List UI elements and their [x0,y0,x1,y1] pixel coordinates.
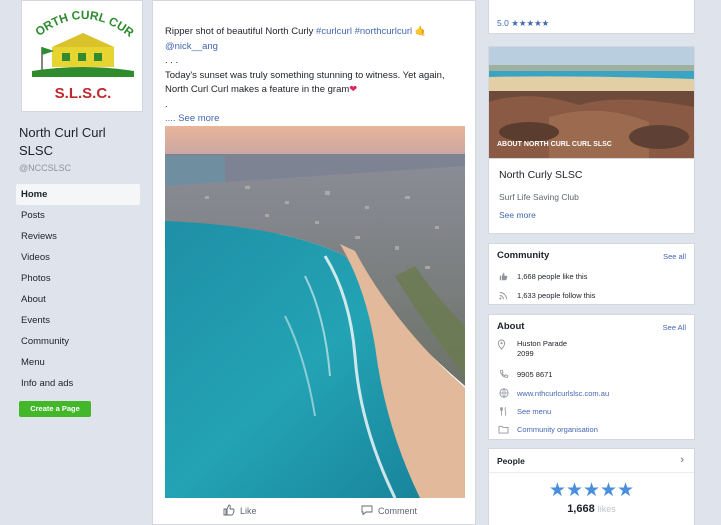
thumbs-up-icon [223,504,235,518]
logo-bottom-text: S.L.S.C. [55,85,112,102]
menu-row: See menu [497,401,551,421]
website-link[interactable]: www.nthcurlcurlslsc.com.au [517,389,609,398]
comment-button[interactable]: Comment [361,504,417,518]
shaka-emoji: 🤙 [414,26,427,37]
nav-item-posts[interactable]: Posts [16,205,140,226]
beach-aerial-image [165,126,465,498]
website-row: www.nthcurlcurlslsc.com.au [497,383,609,403]
post-dot: . [165,98,168,110]
address-line2[interactable]: 2099 [517,349,567,359]
post-actions: Like Comment [153,501,475,523]
nav-item-info-and-ads[interactable]: Info and ads [16,373,140,394]
nav-item-events[interactable]: Events [16,310,140,331]
people-likes: 1,668 likes [489,503,694,515]
community-see-all-link[interactable]: See all [663,252,686,261]
like-label: Like [240,506,257,516]
category-row: Community organisation [497,419,598,439]
rating-stars: ★★★★★ [511,18,550,28]
nav-item-photos[interactable]: Photos [16,268,140,289]
post-hashtags[interactable]: #curlcurl #northcurlcurl [316,26,412,37]
community-likes-text: 1,668 people like this [517,271,588,281]
community-card: Community See all 1,668 people like this… [488,243,695,305]
about-see-more-link[interactable]: See more [499,210,536,220]
people-title: People [497,456,525,466]
post-card: Ripper shot of beautiful North Curly #cu… [152,0,476,525]
thumbs-up-icon [497,270,510,283]
post-mention[interactable]: @nick__ang [165,40,465,55]
about-page-name[interactable]: North Curly SLSC [499,169,582,181]
page-logo[interactable]: NORTH CURL CURL S.L.S.C. [21,0,143,112]
category-link[interactable]: Community organisation [517,425,598,434]
about-card: About See All Huston Parade 2099 9905 86… [488,314,695,440]
heart-icon: ❤ [349,84,358,95]
chevron-right-icon[interactable]: › [680,454,684,466]
see-more-link[interactable]: .... See more [165,112,465,127]
folder-icon [497,423,510,436]
address-line1[interactable]: Huston Parade [517,339,567,349]
create-page-button[interactable]: Create a Page [19,401,91,417]
page-title[interactable]: North Curl Curl SLSC [19,124,139,160]
people-card: People › ★★★★★ 1,668 likes [488,448,695,525]
rating-card: 5.0 ★★★★★ [488,0,695,34]
phone-row: 9905 8671 [497,364,552,384]
see-menu-link[interactable]: See menu [517,407,551,416]
post-text: Ripper shot of beautiful North Curly #cu… [165,25,465,127]
cover-label: ABOUT NORTH CURL CURL SLSC [497,141,612,148]
community-title: Community [497,250,550,261]
nav-item-about[interactable]: About [16,289,140,310]
rating-value: 5.0 [497,18,509,28]
community-follows-row: 1,633 people follow this [497,285,595,305]
like-button[interactable]: Like [223,504,257,518]
post-body: Today's sunset was truly something stunn… [165,69,445,96]
fork-knife-icon [497,405,510,418]
address-row: Huston Parade 2099 [497,339,567,359]
about-cover-card: ABOUT NORTH CURL CURL SLSC [488,46,695,159]
about-see-all-link[interactable]: See All [663,323,686,332]
nav-item-home[interactable]: Home [16,184,140,205]
about-summary-card: North Curly SLSC Surf Life Saving Club S… [488,159,695,234]
nav-item-community[interactable]: Community [16,331,140,352]
community-likes-row: 1,668 people like this [497,266,587,286]
about-category[interactable]: Surf Life Saving Club [499,192,579,202]
club-logo-image: NORTH CURL CURL S.L.S.C. [22,1,142,111]
nav-item-menu[interactable]: Menu [16,352,140,373]
comment-icon [361,504,373,518]
phone-icon [497,368,510,381]
post-photo[interactable] [165,126,465,498]
divider [489,472,694,473]
cover-photo[interactable]: ABOUT NORTH CURL CURL SLSC [489,47,694,158]
globe-icon [497,387,510,400]
post-dots: . . . [165,55,179,66]
people-likes-word: likes [597,504,616,514]
people-rating-stars: ★★★★★ [548,480,635,501]
community-follows-text: 1,633 people follow this [517,290,596,300]
location-pin-icon [497,339,510,359]
nav-item-videos[interactable]: Videos [16,247,140,268]
comment-label: Comment [378,506,418,516]
page-nav: Home Posts Reviews Videos Photos About E… [16,184,140,394]
nav-item-reviews[interactable]: Reviews [16,226,140,247]
people-likes-number: 1,668 [567,503,595,515]
page-handle: @NCCSLSC [19,163,72,173]
post-line1: Ripper shot of beautiful North Curly [165,26,317,37]
about-title: About [497,321,525,332]
phone-number[interactable]: 9905 8671 [517,370,552,379]
follow-rss-icon [497,289,510,302]
